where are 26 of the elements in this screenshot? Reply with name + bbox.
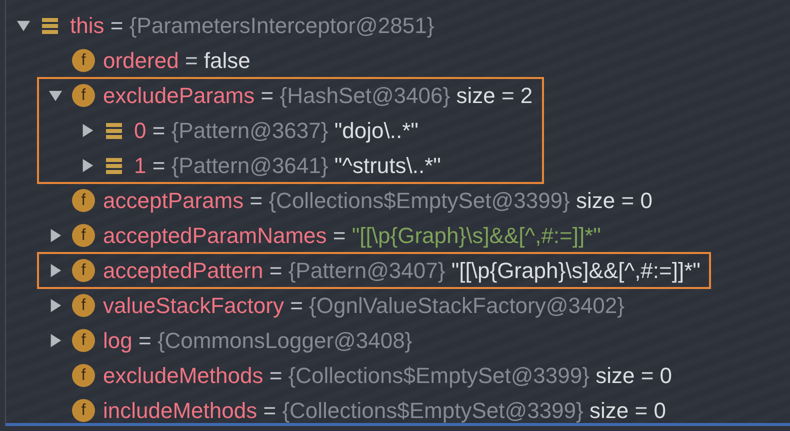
variable-entry: acceptedParamNames = "[[\p{Graph}\s]&&[^,#:=]]*"	[103, 222, 601, 248]
variable-entry: valueStackFactory = {OgnlValueStackFactory@3402}	[103, 292, 624, 318]
field-icon: f	[72, 49, 95, 72]
collapse-arrow-icon[interactable]	[48, 88, 62, 103]
variable-entry: log = {CommonsLogger@3408}	[103, 328, 412, 354]
variable-entry: ordered = false	[103, 48, 250, 74]
field-icon: f	[72, 224, 95, 247]
field-icon: f	[72, 399, 95, 422]
variable-entry: 0 = {Pattern@3637} "dojo\..*"	[134, 118, 418, 144]
collapse-arrow-icon[interactable]	[16, 18, 30, 33]
field-icon: f	[72, 84, 95, 107]
variable-entry: this = {ParametersInterceptor@2851}	[70, 12, 434, 38]
variable-entry: acceptParams = {Collections$EmptySet@3399} size = 0	[103, 188, 652, 214]
variable-entry: includeMethods = {Collections$EmptySet@3399} size = 0	[103, 398, 666, 423]
field-icon: f	[72, 364, 95, 387]
variable-entry: excludeMethods = {Collections$EmptySet@3399} size = 0	[103, 362, 672, 388]
field-icon: f	[72, 189, 95, 212]
object-icon	[104, 156, 124, 176]
object-icon	[40, 16, 60, 36]
variable-entry: 1 = {Pattern@3641} "^struts\..*"	[134, 152, 441, 178]
variable-entry: excludeParams = {HashSet@3406} size = 2	[103, 82, 533, 108]
field-icon: f	[72, 294, 95, 317]
field-icon: f	[72, 259, 95, 282]
field-icon: f	[72, 329, 95, 352]
variable-entry: acceptedPattern = {Pattern@3407} "[[\p{Graph}\s]&&[^,#:=]]*"	[103, 258, 700, 284]
object-icon	[104, 120, 124, 140]
